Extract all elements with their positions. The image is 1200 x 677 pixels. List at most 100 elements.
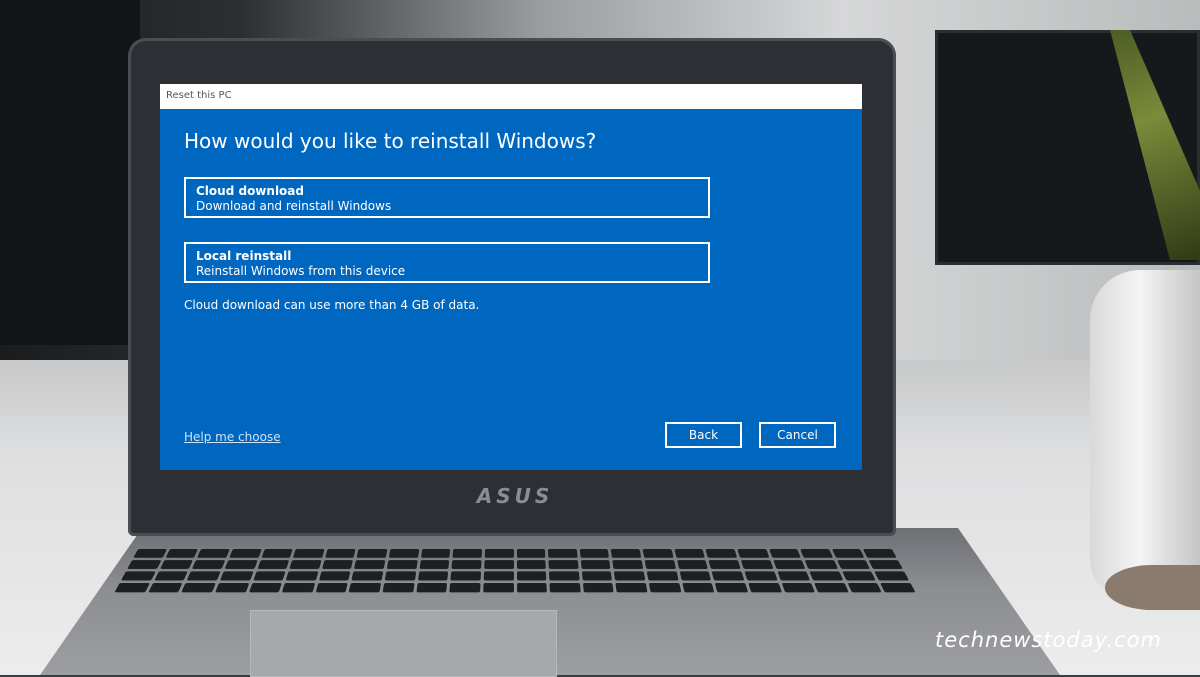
keyboard-key [777,571,810,580]
keyboard-key [613,560,644,569]
keyboard-key [121,571,156,580]
brand-logo: ASUS [470,486,560,506]
keyboard-key [674,549,705,558]
keyboard-key [643,549,674,558]
keyboard-key [484,560,513,569]
keyboard-key [215,583,249,592]
keyboard [111,549,919,598]
option-description: Download and reinstall Windows [196,199,698,214]
keyboard-key [677,560,708,569]
window-title: Reset this PC [166,90,232,101]
keyboard-key [880,583,915,592]
keyboard-key [548,549,577,558]
data-usage-info: Cloud download can use more than 4 GB of… [184,298,479,312]
keyboard-key [875,571,910,580]
keyboard-key [181,583,215,592]
dialog-heading: How would you like to reinstall Windows? [184,129,596,153]
keyboard-key [165,549,198,558]
keyboard-key [809,571,843,580]
keyboard-key [581,560,611,569]
keyboard-key [354,560,385,569]
keyboard-key [261,549,293,558]
keyboard-key [293,549,324,558]
keyboard-key [869,560,903,569]
keyboard-key [352,571,384,580]
keyboard-key [485,549,514,558]
keyboard-key [225,560,258,569]
keyboard-key [257,560,289,569]
reset-pc-window: Reset this PC How would you like to rein… [160,84,862,470]
cloud-download-option[interactable]: Cloud download Download and reinstall Wi… [184,177,710,218]
keyboard-key [114,583,149,592]
background-monitor-left [0,0,140,345]
option-title: Local reinstall [196,249,698,264]
keyboard-key [357,549,388,558]
keyboard-key [154,571,188,580]
keyboard-key [832,549,865,558]
option-description: Reinstall Windows from this device [196,264,698,279]
keyboard-key [325,549,356,558]
keyboard-key [805,560,838,569]
keyboard-key [286,571,318,580]
keyboard-key [148,583,183,592]
keyboard-key [863,549,896,558]
keyboard-key [450,583,481,592]
keyboard-key [419,560,449,569]
keyboard-key [614,571,645,580]
keyboard-key [452,560,482,569]
keyboard-key [679,571,711,580]
keyboard-key [387,560,418,569]
keyboard-key [453,549,482,558]
keyboard-key [349,583,381,592]
keyboard-key [248,583,281,592]
keyboard-key [517,583,547,592]
keyboard-key [744,571,777,580]
keyboard-key [712,571,744,580]
keyboard-key [319,571,351,580]
touchpad [250,610,557,677]
keyboard-key [748,583,781,592]
keyboard-key [781,583,815,592]
keyboard-key [253,571,286,580]
keyboard-key [483,583,513,592]
keyboard-key [160,560,193,569]
keyboard-key [383,583,415,592]
keyboard-key [451,571,481,580]
keyboard-key [289,560,321,569]
local-reinstall-option[interactable]: Local reinstall Reinstall Windows from t… [184,242,710,283]
keyboard-key [582,571,613,580]
keyboard-key [282,583,315,592]
window-titlebar: Reset this PC [160,84,862,109]
keyboard-key [516,560,545,569]
keyboard-key [220,571,253,580]
keyboard-key [769,549,801,558]
keyboard-key [229,549,261,558]
keyboard-key [127,560,161,569]
keyboard-key [706,549,737,558]
keyboard-key [737,549,769,558]
keyboard-key [421,549,451,558]
keyboard-key [773,560,806,569]
keyboard-key [709,560,741,569]
cancel-button[interactable]: Cancel [759,422,836,448]
help-me-choose-link[interactable]: Help me choose [184,430,281,444]
keyboard-key [516,571,546,580]
keyboard-key [649,583,681,592]
keyboard-key [385,571,416,580]
keyboard-key [616,583,648,592]
keyboard-key [197,549,230,558]
keyboard-key [549,560,579,569]
keyboard-key [416,583,447,592]
coaster [1105,565,1200,610]
keyboard-key [800,549,833,558]
back-button[interactable]: Back [665,422,742,448]
keyboard-key [192,560,225,569]
keyboard-key [516,549,545,558]
keyboard-key [647,571,679,580]
watermark: technewstoday.com [935,628,1162,652]
keyboard-key [322,560,353,569]
keyboard-key [418,571,449,580]
keyboard-key [814,583,848,592]
keyboard-key [583,583,614,592]
keyboard-key [580,549,610,558]
